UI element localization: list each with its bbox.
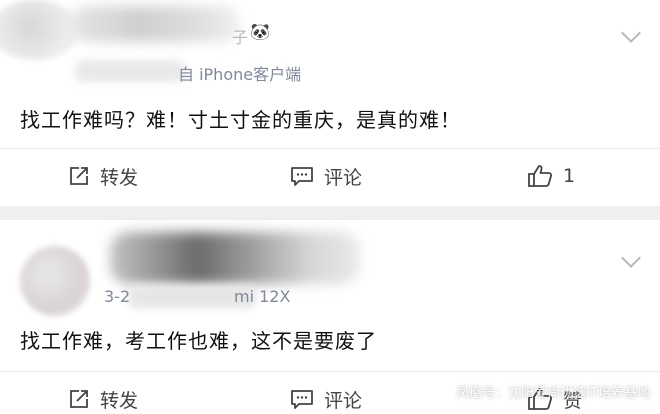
comment-icon (291, 390, 313, 409)
like-count: 1 (563, 165, 576, 187)
avatar[interactable] (0, 0, 80, 60)
section-divider (0, 206, 660, 220)
divider (0, 148, 660, 149)
post-date: 3-2 (104, 287, 131, 306)
chevron-down-icon[interactable] (621, 23, 641, 43)
repost-label: 转发 (100, 166, 139, 189)
repost-button[interactable]: 转发 (68, 161, 138, 191)
username-blurred[interactable] (70, 6, 240, 42)
chevron-down-icon[interactable] (621, 248, 641, 268)
like-button[interactable]: 1 (527, 161, 575, 191)
comment-card-1: 子 🐼 自 iPhone客户端 找工作难吗？难！寸土寸金的重庆，是真的难！ 转发… (0, 0, 660, 206)
username-suffix: 子 (232, 28, 249, 47)
repost-button[interactable]: 转发 (68, 384, 138, 414)
panda-emoji: 🐼 (250, 22, 270, 41)
comment-button[interactable]: 评论 (290, 384, 362, 414)
comment-label: 评论 (324, 389, 363, 412)
username-blurred[interactable] (110, 232, 360, 284)
comment-text: 找工作难，考工作也难，这不是要废了 (20, 329, 377, 353)
post-time-blurred (75, 60, 185, 82)
comment-icon (291, 167, 313, 186)
comment-label: 评论 (324, 166, 363, 189)
comment-button[interactable]: 评论 (290, 161, 362, 191)
repost-label: 转发 (100, 389, 139, 412)
post-source: mi 12X (234, 287, 291, 306)
avatar[interactable] (20, 246, 90, 316)
thumbs-up-icon (528, 165, 553, 187)
post-source: 自 iPhone客户端 (178, 65, 302, 84)
share-icon (70, 390, 88, 408)
watermark: 凤凰号：沈阳爱尚优选IT培养基地 (456, 386, 650, 401)
comment-text: 找工作难吗？难！寸土寸金的重庆，是真的难！ (20, 108, 461, 132)
divider (0, 371, 660, 372)
share-icon (70, 167, 88, 185)
